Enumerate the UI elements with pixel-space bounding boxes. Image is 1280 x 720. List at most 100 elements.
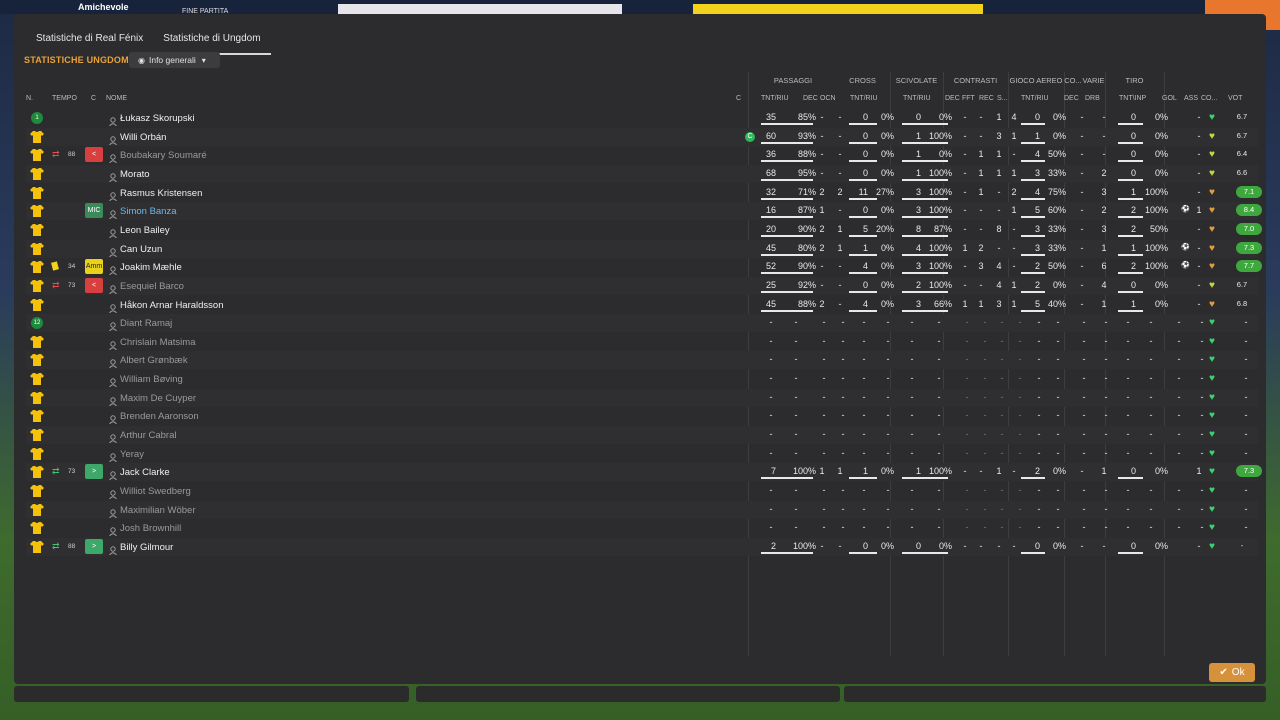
ok-button[interactable]: ✔ Ok [1209,663,1255,682]
column-header-rec[interactable]: REC [979,95,994,102]
column-header-fft[interactable]: FFT [962,95,975,102]
table-row[interactable]: MIC Simon Banza 16 87% 1-0 0% 3 100% - - -1 5 60% -2 2… [26,202,1262,221]
table-row[interactable]: Rasmus Kristensen 32 71% 2 2 11 27% 3 100% -1-2 4 7… [26,184,1262,202]
player-name[interactable]: Billy Gilmour [120,542,173,553]
empty-cell: - [937,391,941,402]
player-name[interactable]: Maxim De Cuyper [120,393,196,404]
stat-drb: - [1102,112,1106,122]
column-header-gol[interactable]: GOL [1162,95,1177,102]
player-name[interactable]: Boubakary Soumaré [120,150,207,161]
table-row[interactable]: ⇄ 88 < Boubakary Soumaré 36 88% - -0 0% 1 0% -1 1-4 5… [26,146,1258,164]
column-header-vot[interactable]: VOT [1228,95,1242,102]
player-name[interactable]: Willi Orbán [120,132,166,143]
stat-cr-bar [849,123,877,125]
player-name[interactable]: Chrislain Matsima [120,337,196,348]
player-name[interactable]: Joakim Mæhle [120,262,182,273]
stat-co-dec: - [1080,112,1084,122]
view-dropdown[interactable]: ◉ Info generali ▾ [129,52,220,68]
column-header-co[interactable]: CO... [1201,95,1217,102]
table-row[interactable]: 34 Amm Joakim Mæhle 52 90% - -4 0% 3 100% -3 4-2 50%… [26,258,1262,276]
substitution-icon: ⇄ [52,540,60,551]
player-name[interactable]: Morato [120,169,150,180]
player-name[interactable]: William Bøving [120,374,183,385]
column-header-codec[interactable]: DEC [1064,95,1079,102]
stat-cr-pct: 0% [880,298,894,309]
table-row[interactable]: Arthur Cabral - - - - - - - - - - - - - - - - - - - - - ♥ [26,426,1258,445]
player-name[interactable]: Albert Grønbæk [120,355,188,366]
table-row[interactable]: Leon Bailey 20 90% 2 1 5 20% 8 87% - -8-3 33% -3 2 50%… [26,221,1262,239]
shirt-icon [30,260,44,274]
column-header-s[interactable]: S... [997,95,1008,102]
column-header-cdec[interactable]: DEC [945,95,960,102]
player-name[interactable]: Josh Brownhill [120,523,181,534]
stat-ti-pct: 0% [1154,540,1168,551]
table-row[interactable]: Willi Orbán C 60 93% - -0 0% 1 100% - -3 1 1 0% - -0 0% -… [26,127,1258,146]
column-header-drb[interactable]: DRB [1085,95,1100,102]
table-row[interactable]: Brenden Aaronson - - - - - - - - - - - - - - - - - - - - - ♥ [26,407,1258,425]
column-header-name[interactable]: NOME [106,95,127,102]
stat-co-dec: - [1080,298,1084,309]
player-name[interactable]: Jack Clarke [120,467,170,478]
stat-pas-att: 32 [765,186,776,197]
player-name[interactable]: Diant Ramaj [120,318,172,329]
stat-ai-bar [1021,309,1045,312]
rating-badge: 7.3 [1236,241,1262,254]
table-row[interactable]: ⇄ 73 < Esequiel Barco 25 92% - -0 0% 2 100% - -4 1 2 0%… [26,276,1258,295]
player-name[interactable]: Maximilian Wöber [120,505,196,516]
table-row[interactable]: Williot Swedberg - - - - - - - - - - - - - - - - - - - - - ♥ [26,482,1258,500]
table-row[interactable]: ⇄ 73 > Jack Clarke 7 100% 1 1 1 0% 1 100% - -1-2 0% -1 0… [26,463,1262,482]
table-row[interactable]: Chrislain Matsima - - - - - - - - - - - - - - - - - - - - - ♥ [26,333,1258,351]
column-header-ass[interactable]: ASS [1184,95,1198,102]
table-row[interactable]: ⇄ 88 > Billy Gilmour 2 100% - -0 0% 0 0% - - - -0 0% - -0… [26,537,1258,556]
player-name[interactable]: Brenden Aaronson [120,411,199,422]
stat-ti-bar [1118,197,1143,200]
empty-cell: - [1018,373,1022,384]
rating-value: 6.7 [1236,112,1248,121]
table-row[interactable]: William Bøving - - - - - - - - - - - - - - - - - - - - - ♥ [26,370,1258,388]
stat-ai-pct: 0% [1052,279,1066,290]
player-name[interactable]: Rasmus Kristensen [120,188,202,199]
column-header-pas[interactable]: TNT/RIU [761,95,789,102]
table-row[interactable]: Albert Grønbæk - - - - - - - - - - - - - - - - - - - - - ♥ [26,351,1258,370]
column-header-air[interactable]: TNT/RIU [1021,95,1049,102]
player-portrait-icon [109,281,117,295]
player-name[interactable]: Simon Banza [120,206,177,217]
table-row[interactable]: Maximilian Wöber - - - - - - - - - - - - - - - - - - - - - ♥ [26,500,1258,519]
table-row[interactable]: Maxim De Cuyper - - - - - - - - - - - - - - - - - - - - - ♥ [26,388,1258,407]
column-header-capt[interactable]: C [736,95,741,102]
player-name[interactable]: Can Uzun [120,244,162,255]
table-row[interactable]: Yeray - - - - - - - - - - - - - - - - - - - - - ♥ [26,445,1258,463]
stat-ti-bar [1118,309,1143,312]
table-row[interactable]: Josh Brownhill - - - - - - - - - - - - - - - - - - - - - ♥ [26,519,1258,537]
condition-heart-icon: ♥ [1209,335,1215,347]
condition-heart-icon: ♥ [1209,540,1215,552]
column-header-c[interactable]: C [91,95,96,102]
column-header-time[interactable]: TEMPO [52,95,77,102]
stat-ai-bar [1021,272,1045,275]
player-name[interactable]: Håkon Arnar Haraldsson [120,300,224,311]
column-header-ocn[interactable]: OCN [820,95,836,102]
column-header-n[interactable]: N. [26,95,33,102]
stat-pas-dec: - [820,167,824,178]
empty-cell: - [1056,354,1060,365]
stat-pas-bar [761,309,813,312]
player-name[interactable]: Arthur Cabral [120,430,177,441]
column-header-tiro[interactable]: TNT\INP [1119,95,1146,102]
player-name[interactable]: Williot Swedberg [120,486,191,497]
player-name[interactable]: Esequiel Barco [120,281,184,292]
column-header-dec[interactable]: DEC [803,95,818,102]
stat-sc-att: 1 [915,466,921,477]
empty-cell: - [1037,317,1041,328]
player-portrait-icon [109,206,117,220]
player-name[interactable]: Yeray [120,449,144,460]
table-row[interactable]: Can Uzun 45 80% 2 1 1 0% 4 100% 1 2- -3 33% -1 1 100% ⚽ -… [26,239,1262,258]
column-header-cross[interactable]: TNT/RIU [850,95,878,102]
table-row[interactable]: 12 Diant Ramaj - - - - - - - - - - - - - - - - - - - - - ♥ [26,314,1258,333]
stat-pas-bar [761,272,813,275]
table-row[interactable]: Håkon Arnar Haraldsson 45 88% 2-4 0% 3 66% 1 1 3 1… [26,296,1258,314]
table-row[interactable]: Morato 68 95% - -0 0% 1 100% -1 1 1 3 33% -2 0 0% -6.6 ♥ [26,164,1258,183]
player-name[interactable]: Łukasz Skorupski [120,113,194,124]
column-header-sciv[interactable]: TNT/RIU [903,95,931,102]
player-name[interactable]: Leon Bailey [120,225,170,236]
table-row[interactable]: 1 Łukasz Skorupski 35 85% - -0 0% 0 0% - -1 4 0 0% - -0… [26,109,1258,127]
